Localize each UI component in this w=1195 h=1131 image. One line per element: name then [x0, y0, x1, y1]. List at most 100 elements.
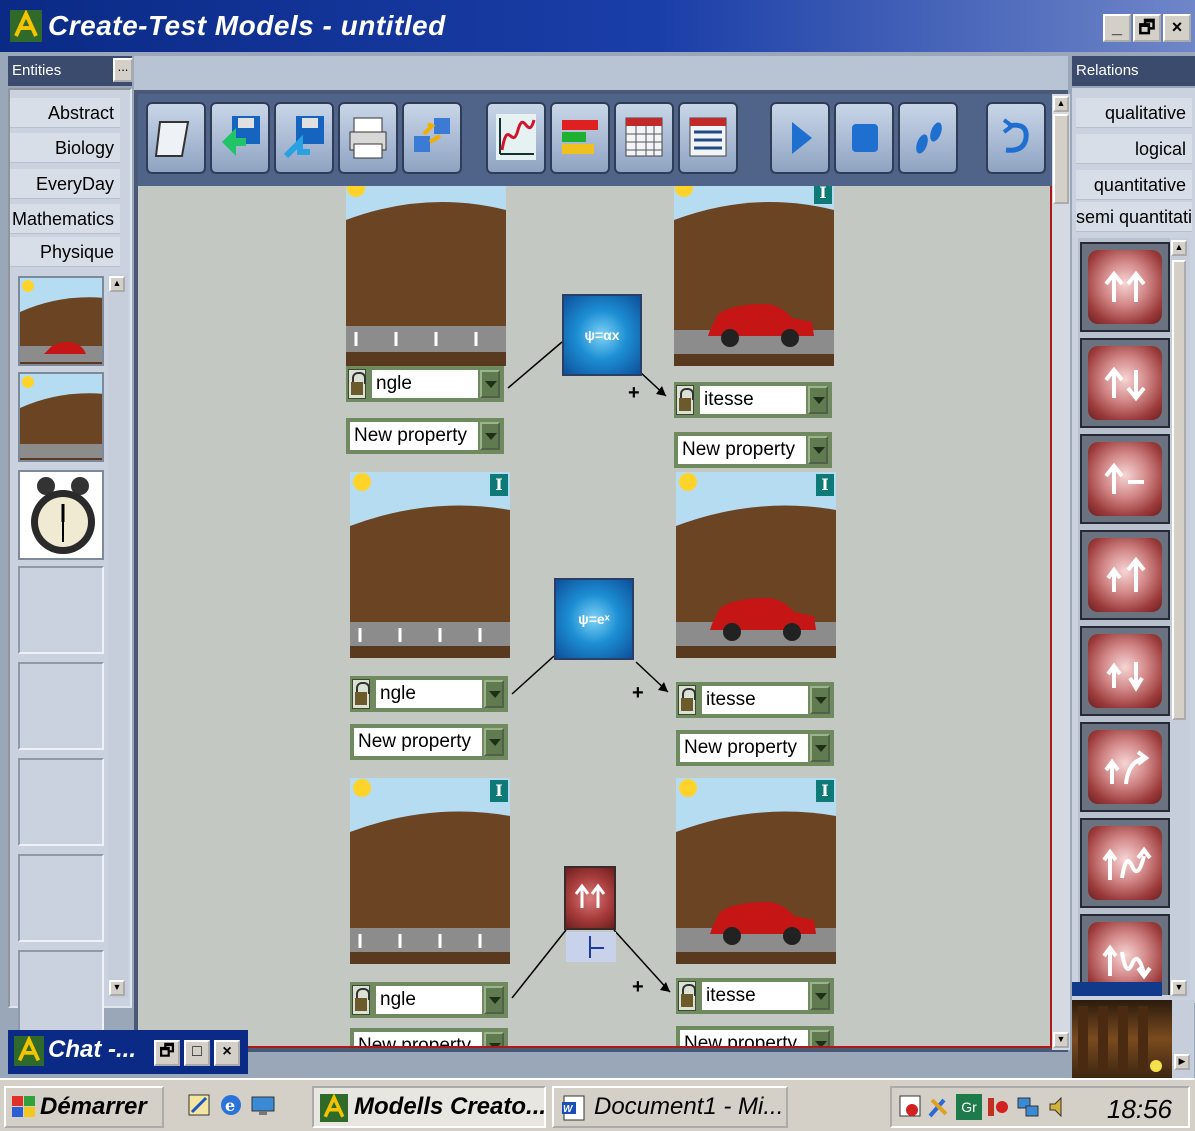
entities-more-button[interactable]: ... — [113, 58, 133, 82]
preview-scrollbar[interactable]: ▶ — [1172, 1000, 1194, 1078]
property-field[interactable]: itesse — [702, 686, 808, 714]
property-field[interactable]: ngle — [376, 986, 482, 1014]
new-property-selector[interactable]: New property — [674, 432, 832, 468]
dropdown-arrow-icon[interactable] — [484, 1032, 504, 1046]
chat-window-minimized[interactable]: Chat -... 🗗 □ × — [8, 1030, 248, 1074]
dropdown-arrow-icon[interactable] — [484, 986, 504, 1014]
entity-category-everyday[interactable]: EveryDay — [10, 169, 120, 199]
entity-slot[interactable] — [18, 662, 104, 750]
property-selector-vitesse[interactable]: itesse — [674, 382, 832, 418]
relation-category-qualitative[interactable]: qualitative — [1076, 98, 1192, 128]
function-relation-exponential[interactable]: ψ=eˣ — [554, 578, 634, 660]
lock-icon[interactable] — [352, 679, 370, 709]
entity-thumb-road[interactable] — [18, 372, 104, 462]
bar-chart-button[interactable] — [550, 102, 610, 174]
property-field[interactable]: New property — [678, 436, 806, 464]
quick-launch-notepad-icon[interactable] — [186, 1092, 212, 1118]
lock-icon[interactable] — [678, 685, 696, 715]
property-selector-angle[interactable]: ngle — [346, 366, 504, 402]
scroll-down-arrow-icon[interactable]: ▼ — [109, 980, 125, 996]
entity-slot[interactable] — [18, 950, 104, 1038]
list-button[interactable] — [678, 102, 738, 174]
lock-icon[interactable] — [678, 981, 696, 1011]
property-field[interactable]: New property — [354, 1032, 482, 1046]
dropdown-arrow-icon[interactable] — [810, 686, 830, 714]
new-property-selector[interactable]: New property — [346, 418, 504, 454]
property-field[interactable]: ngle — [376, 680, 482, 708]
quick-launch-browser-icon[interactable]: e — [218, 1092, 244, 1118]
lock-icon[interactable] — [352, 985, 370, 1015]
property-field[interactable]: itesse — [702, 982, 808, 1010]
start-button[interactable]: Démarrer — [4, 1086, 164, 1128]
model-workspace[interactable]: I ngle New property ψ=αx + itesse New pr… — [138, 186, 1052, 1048]
step-button[interactable] — [898, 102, 958, 174]
dropdown-arrow-icon[interactable] — [480, 422, 500, 450]
entity-card-car[interactable]: I — [676, 778, 836, 964]
property-field[interactable]: New property — [680, 734, 808, 762]
relation-up-up[interactable] — [1080, 242, 1170, 332]
title-bar[interactable]: Create-Test Models - untitled _ 🗗 × — [0, 0, 1195, 52]
taskbar-item-modells-creator[interactable]: Modells Creato... — [312, 1086, 546, 1128]
play-button[interactable] — [770, 102, 830, 174]
dropdown-arrow-icon[interactable] — [808, 386, 828, 414]
new-property-selector[interactable]: New property — [676, 730, 834, 766]
undo-button[interactable] — [986, 102, 1046, 174]
scroll-up-arrow-icon[interactable]: ▲ — [1053, 96, 1069, 112]
scroll-thumb[interactable] — [1172, 260, 1186, 720]
entity-card-road[interactable]: I — [350, 472, 510, 658]
dropdown-arrow-icon[interactable] — [484, 680, 504, 708]
property-selector-vitesse[interactable]: itesse — [676, 682, 834, 718]
restore-button[interactable]: 🗗 — [1133, 14, 1161, 42]
stop-button[interactable] — [834, 102, 894, 174]
scroll-down-arrow-icon[interactable]: ▼ — [1171, 980, 1187, 996]
print-button[interactable] — [338, 102, 398, 174]
scroll-right-arrow-icon[interactable]: ▶ — [1174, 1054, 1190, 1070]
entity-category-biology[interactable]: Biology — [10, 133, 120, 163]
relation-category-semi-quantitative[interactable]: semi quantitativ — [1076, 202, 1192, 232]
taskbar-item-document1[interactable]: W Document1 - Mi... — [552, 1086, 788, 1128]
new-document-button[interactable] — [146, 102, 206, 174]
property-field[interactable]: ngle — [372, 370, 478, 398]
entity-category-mathematics[interactable]: Mathematics — [10, 204, 120, 234]
table-button[interactable] — [614, 102, 674, 174]
scroll-down-arrow-icon[interactable]: ▼ — [1053, 1032, 1069, 1048]
relation-category-logical[interactable]: logical — [1076, 134, 1192, 164]
entity-card-car[interactable]: I — [676, 472, 836, 658]
scroll-up-arrow-icon[interactable]: ▲ — [109, 276, 125, 292]
entity-category-abstract[interactable]: Abstract — [10, 98, 120, 128]
entities-scrollbar[interactable]: ▲ ▼ — [108, 274, 128, 998]
property-field[interactable]: New property — [350, 422, 478, 450]
dropdown-arrow-icon[interactable] — [810, 1030, 830, 1046]
relation-up-curve[interactable] — [1080, 722, 1170, 812]
dropdown-arrow-icon[interactable] — [484, 728, 504, 756]
relation-category-quantitative[interactable]: quantitative — [1076, 170, 1192, 200]
new-property-selector[interactable]: New property — [350, 1028, 508, 1046]
chat-close-button[interactable]: × — [214, 1040, 240, 1066]
relation-up-down-alt[interactable] — [1080, 626, 1170, 716]
lock-icon[interactable] — [348, 369, 366, 399]
dropdown-arrow-icon[interactable] — [480, 370, 500, 398]
entity-card-road[interactable]: I — [350, 778, 510, 964]
qualitative-relation-node[interactable] — [564, 866, 616, 930]
new-property-selector[interactable]: New property — [350, 724, 508, 760]
condition-marker[interactable] — [566, 932, 616, 962]
entity-slot[interactable] — [18, 854, 104, 942]
save-button[interactable] — [210, 102, 270, 174]
new-property-selector[interactable]: New property — [676, 1026, 834, 1046]
tray-gr-icon[interactable]: Gr — [956, 1094, 982, 1120]
scroll-thumb[interactable] — [1053, 114, 1069, 204]
minimize-button[interactable]: _ — [1103, 14, 1131, 42]
lock-icon[interactable] — [676, 385, 694, 415]
save-as-button[interactable] — [274, 102, 334, 174]
property-field[interactable]: New property — [680, 1030, 808, 1046]
property-selector-vitesse[interactable]: itesse — [676, 978, 834, 1014]
entity-thumb-road-car[interactable] — [18, 276, 104, 366]
property-selector-angle[interactable]: ngle — [350, 676, 508, 712]
close-button[interactable]: × — [1163, 14, 1191, 42]
entity-category-physique[interactable]: Physique — [10, 237, 120, 267]
entity-slot[interactable] — [18, 758, 104, 846]
relation-up-down[interactable] — [1080, 338, 1170, 428]
graph-button[interactable] — [486, 102, 546, 174]
relation-up-constant[interactable] — [1080, 434, 1170, 524]
entity-slot[interactable] — [18, 566, 104, 654]
